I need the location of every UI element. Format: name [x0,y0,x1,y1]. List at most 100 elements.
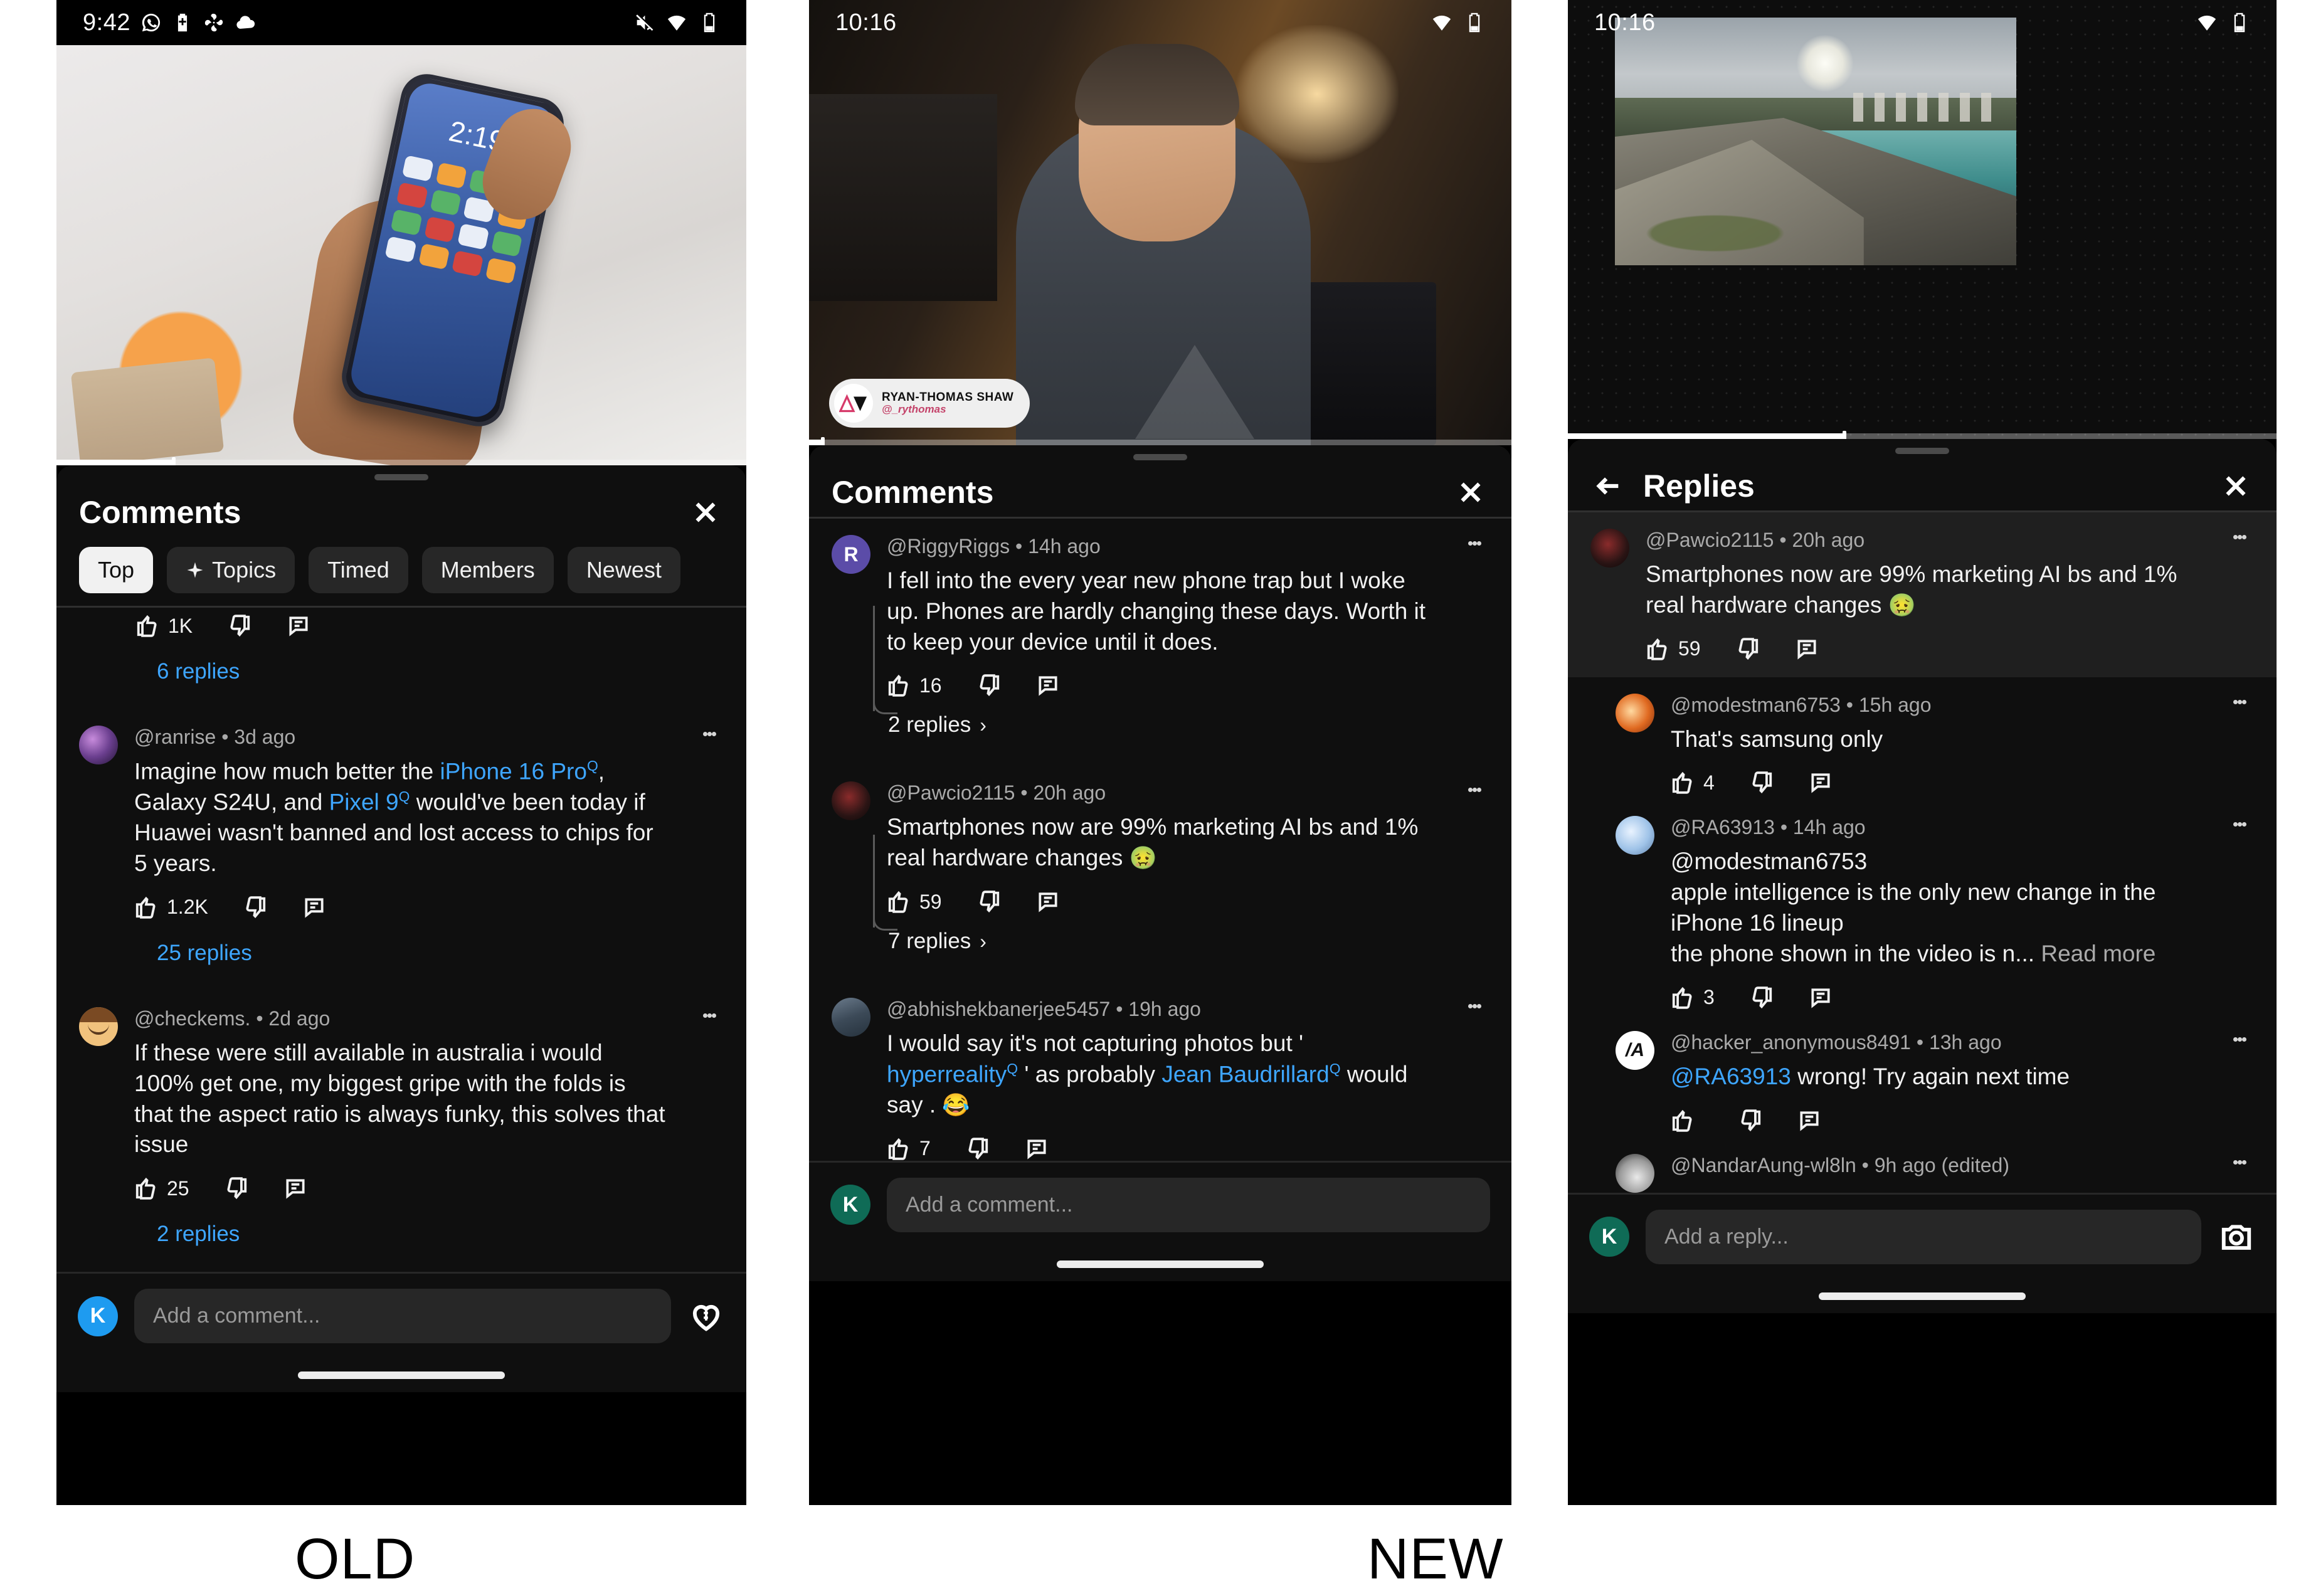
dislike-button[interactable] [228,614,251,638]
like-button[interactable]: 4 [1671,771,1715,795]
like-button[interactable]: 1.2K [134,896,208,919]
inline-search-link[interactable]: hyperreality [887,1061,1007,1087]
chip-top[interactable]: Top [79,547,154,593]
replies-thread-link[interactable]: 2 replies › [809,606,1511,765]
video-player-new-2[interactable]: 10:16 [1568,0,2277,439]
comment-list-new-1[interactable]: R @RiggyRiggs • 14h ago I fell into the … [809,519,1511,1161]
reply-button[interactable] [302,896,326,919]
video-progress-bar-new-1[interactable] [809,436,1511,445]
reply-button[interactable] [283,1176,307,1200]
like-button[interactable]: 7 [887,1137,931,1161]
comment-author[interactable]: @NandarAung-wl8ln [1671,1154,1856,1176]
comment-author[interactable]: @ranrise [134,726,216,748]
comment-author[interactable]: @checkems. [134,1007,250,1030]
comment-list-old[interactable]: 1K 6 replies @ranrise • 3d ago Imagine h… [56,608,746,1272]
camera-icon[interactable] [2218,1218,2255,1255]
more-options-icon[interactable] [695,1007,724,1200]
more-options-icon[interactable] [1460,998,1489,1161]
reply-button[interactable] [1036,890,1060,914]
close-icon[interactable] [687,494,724,531]
inline-search-link[interactable]: Pixel 9 [329,789,399,815]
reply-button[interactable] [1797,1109,1821,1133]
more-options-icon[interactable] [2225,1031,2254,1133]
like-button[interactable]: 59 [1646,637,1701,661]
video-progress-bar-new-2[interactable] [1568,430,2277,439]
more-options-icon[interactable] [2225,529,2254,661]
progress-knob[interactable] [821,436,825,445]
dislike-button[interactable] [977,674,1001,697]
read-more-link[interactable]: Read more [2034,941,2156,966]
dislike-button[interactable] [1738,1109,1762,1133]
comment-author[interactable]: @abhishekbanerjee5457 [887,998,1110,1020]
sheet-grabber[interactable] [374,474,428,480]
replies-thread-link[interactable]: 7 replies › [809,835,1511,981]
reply-button[interactable] [1809,771,1833,795]
more-options-icon[interactable] [2225,816,2254,1009]
comment-author[interactable]: @RiggyRiggs [887,535,1010,558]
avatar[interactable] [832,781,870,821]
progress-knob[interactable] [1842,430,1846,439]
avatar[interactable]: K [1589,1217,1629,1257]
dislike-button[interactable] [977,890,1001,914]
mention-link[interactable]: @RA63913 [1671,1064,1791,1089]
avatar[interactable] [1616,693,1654,732]
sheet-grabber[interactable] [1895,448,1949,454]
video-player-new-1[interactable]: RYAN-THOMAS SHAW @_rythomas 10:16 [809,0,1511,445]
comment-input[interactable]: Add a comment... [887,1177,1490,1232]
heart-dollar-icon[interactable] [687,1297,725,1335]
video-progress-bar-old[interactable] [56,457,746,465]
avatar[interactable] [1616,816,1654,855]
dislike-button[interactable] [1750,771,1774,795]
like-button[interactable]: 3 [1671,986,1715,1010]
comment-author[interactable]: @RA63913 [1671,816,1775,838]
comment-author[interactable]: @hacker_anonymous8491 [1671,1031,1911,1054]
dislike-button[interactable] [243,896,267,919]
replies-link[interactable]: 6 replies [56,638,746,709]
chip-topics[interactable]: Topics [167,547,295,593]
more-options-icon[interactable] [1460,781,1489,914]
avatar[interactable] [79,1007,118,1046]
inline-search-link[interactable]: Jean Baudrillard [1161,1061,1329,1087]
more-options-icon[interactable] [2225,1154,2254,1193]
replies-link[interactable]: 2 replies [56,1200,746,1272]
more-options-icon[interactable] [2225,694,2254,795]
avatar[interactable]: /A [1616,1030,1654,1070]
avatar[interactable] [1616,1153,1654,1193]
reply-button[interactable] [1795,637,1819,661]
like-button[interactable]: 25 [134,1176,189,1200]
comment-author[interactable]: @modestman6753 [1671,694,1841,716]
like-button[interactable]: 1K [135,614,193,638]
like-button[interactable] [1671,1109,1703,1133]
progress-knob[interactable] [172,457,176,465]
comment-input[interactable]: Add a comment... [134,1289,671,1344]
reply-button[interactable] [1036,674,1060,697]
video-player-old[interactable]: 2:19 [56,45,746,465]
sheet-grabber[interactable] [1133,454,1187,460]
dislike-button[interactable] [966,1137,990,1161]
close-icon[interactable] [1452,474,1489,510]
inline-search-link[interactable]: iPhone 16 Pro [440,758,587,784]
chip-newest[interactable]: Newest [567,547,680,593]
chip-members[interactable]: Members [421,547,554,593]
more-options-icon[interactable] [695,726,724,919]
dislike-button[interactable] [1736,637,1760,661]
avatar[interactable]: R [832,535,870,574]
dislike-button[interactable] [225,1176,248,1200]
reply-button[interactable] [1809,986,1833,1010]
avatar[interactable] [79,726,118,764]
chip-timed[interactable]: Timed [309,547,408,593]
avatar[interactable]: K [830,1185,870,1225]
close-icon[interactable] [2218,468,2254,504]
reply-button[interactable] [287,614,310,638]
replies-link[interactable]: 25 replies [56,919,746,991]
avatar[interactable]: K [78,1296,118,1336]
avatar[interactable] [1590,529,1629,568]
more-options-icon[interactable] [1460,535,1489,697]
reply-button[interactable] [1025,1137,1049,1161]
comment-author[interactable]: @Pawcio2115 [1646,529,1774,551]
dislike-button[interactable] [1750,986,1774,1010]
back-arrow-icon[interactable] [1590,468,1627,504]
avatar[interactable] [832,998,870,1037]
reply-input[interactable]: Add a reply... [1646,1209,2201,1264]
comment-author[interactable]: @Pawcio2115 [887,781,1015,804]
